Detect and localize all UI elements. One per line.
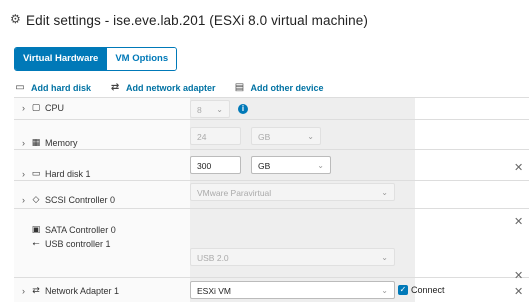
scsi-controller-row[interactable]: › ◇ SCSI Controller 0 <box>22 194 115 205</box>
hard-disk-icon: ▭ <box>31 168 41 178</box>
usb-value: USB 2.0 <box>197 253 229 263</box>
memory-input[interactable]: 24 <box>190 127 241 145</box>
chevron-down-icon: ⌄ <box>381 188 388 197</box>
divider <box>14 97 529 98</box>
memory-value: 24 <box>197 132 207 142</box>
add-other-device-button[interactable]: ▤ Add other device <box>234 82 324 94</box>
hard-disk-label: Hard disk 1 <box>45 168 91 179</box>
network-label: Network Adapter 1 <box>45 285 120 296</box>
add-network-adapter-button[interactable]: ⇄ Add network adapter <box>109 82 216 94</box>
scsi-label: SCSI Controller 0 <box>45 194 116 205</box>
info-icon[interactable]: i <box>238 104 248 114</box>
cpu-row[interactable]: › ▢ CPU <box>22 102 64 113</box>
chevron-right-icon: › <box>22 168 25 179</box>
remove-usb-icon[interactable]: ✕ <box>514 269 523 282</box>
tab-bar: Virtual Hardware VM Options <box>14 47 178 71</box>
sata-controller-row: ▣ SATA Controller 0 <box>30 224 116 235</box>
network-adapter-row[interactable]: › ⇄ Network Adapter 1 <box>22 285 119 296</box>
settings-icon: ⚙ <box>10 12 21 26</box>
chevron-down-icon: ⌄ <box>381 286 388 295</box>
hard-disk-unit: GB <box>258 161 271 171</box>
memory-unit: GB <box>258 132 271 142</box>
network-icon: ⇄ <box>110 82 120 93</box>
divider <box>14 180 529 181</box>
chevron-down-icon: ⌄ <box>307 132 314 141</box>
sata-icon: ▣ <box>31 224 41 234</box>
usb-label: USB controller 1 <box>45 238 111 249</box>
chevron-right-icon: › <box>22 137 25 148</box>
hard-disk-icon: ▭ <box>15 82 25 93</box>
network-icon: ⇄ <box>32 285 40 295</box>
add-network-adapter-label: Add network adapter <box>126 83 216 93</box>
divider <box>14 149 529 150</box>
remove-sata-icon[interactable]: ✕ <box>514 215 523 228</box>
sata-label: SATA Controller 0 <box>45 224 116 235</box>
scsi-value: VMware Paravirtual <box>197 188 272 198</box>
chevron-right-icon: › <box>22 194 25 205</box>
memory-label: Memory <box>45 137 78 148</box>
scsi-icon: ◇ <box>32 194 40 204</box>
connect-label: Connect <box>411 285 445 295</box>
memory-unit-select[interactable]: GB ⌄ <box>251 127 321 145</box>
memory-icon: ▦ <box>31 137 41 147</box>
toolbar: ▭ Add hard disk ⇄ Add network adapter ▤ … <box>14 80 342 96</box>
connect-checkbox[interactable]: ✓ <box>398 285 408 295</box>
usb-controller-row: ⭠ USB controller 1 <box>30 238 111 249</box>
chevron-down-icon: ⌄ <box>216 105 223 114</box>
tab-virtual-hardware[interactable]: Virtual Hardware <box>15 48 107 70</box>
hardware-grid: › ▢ CPU 8 ⌄ i › ▦ Memory 24 GB ⌄ › ▭ Har… <box>14 97 529 302</box>
scsi-type-select[interactable]: VMware Paravirtual ⌄ <box>190 183 395 201</box>
title-bar: ⚙ Edit settings - ise.eve.lab.201 (ESXi … <box>0 0 529 42</box>
memory-row[interactable]: › ▦ Memory <box>22 137 78 148</box>
hard-disk-size: 300 <box>197 161 212 171</box>
network-select[interactable]: ESXi VM ⌄ <box>190 281 395 299</box>
divider <box>14 277 529 278</box>
remove-hard-disk-icon[interactable]: ✕ <box>514 161 523 174</box>
hard-disk-unit-select[interactable]: GB ⌄ <box>251 156 331 174</box>
add-other-device-label: Add other device <box>250 83 324 93</box>
window-title: Edit settings - ise.eve.lab.201 (ESXi 8.… <box>26 13 368 28</box>
chevron-right-icon: › <box>22 102 25 113</box>
usb-type-select[interactable]: USB 2.0 ⌄ <box>190 248 395 266</box>
hard-disk-size-input[interactable]: 300 <box>190 156 241 174</box>
chevron-down-icon: ⌄ <box>317 161 324 170</box>
cpu-select[interactable]: 8 ⌄ <box>190 100 230 118</box>
add-hard-disk-button[interactable]: ▭ Add hard disk <box>14 82 92 94</box>
usb-icon: ⭠ <box>32 238 40 248</box>
chevron-right-icon: › <box>22 285 25 296</box>
remove-network-adapter-icon[interactable]: ✕ <box>514 285 523 298</box>
cpu-value: 8 <box>197 105 202 115</box>
device-icon: ▤ <box>234 82 245 93</box>
divider <box>14 208 529 209</box>
cpu-icon: ▢ <box>31 102 41 112</box>
hard-disk-row[interactable]: › ▭ Hard disk 1 <box>22 168 91 179</box>
tab-vm-options[interactable]: VM Options <box>106 48 177 70</box>
cpu-label: CPU <box>45 102 65 113</box>
chevron-down-icon: ⌄ <box>381 253 388 262</box>
divider <box>14 119 529 120</box>
add-hard-disk-label: Add hard disk <box>31 83 92 93</box>
network-value: ESXi VM <box>197 286 232 296</box>
